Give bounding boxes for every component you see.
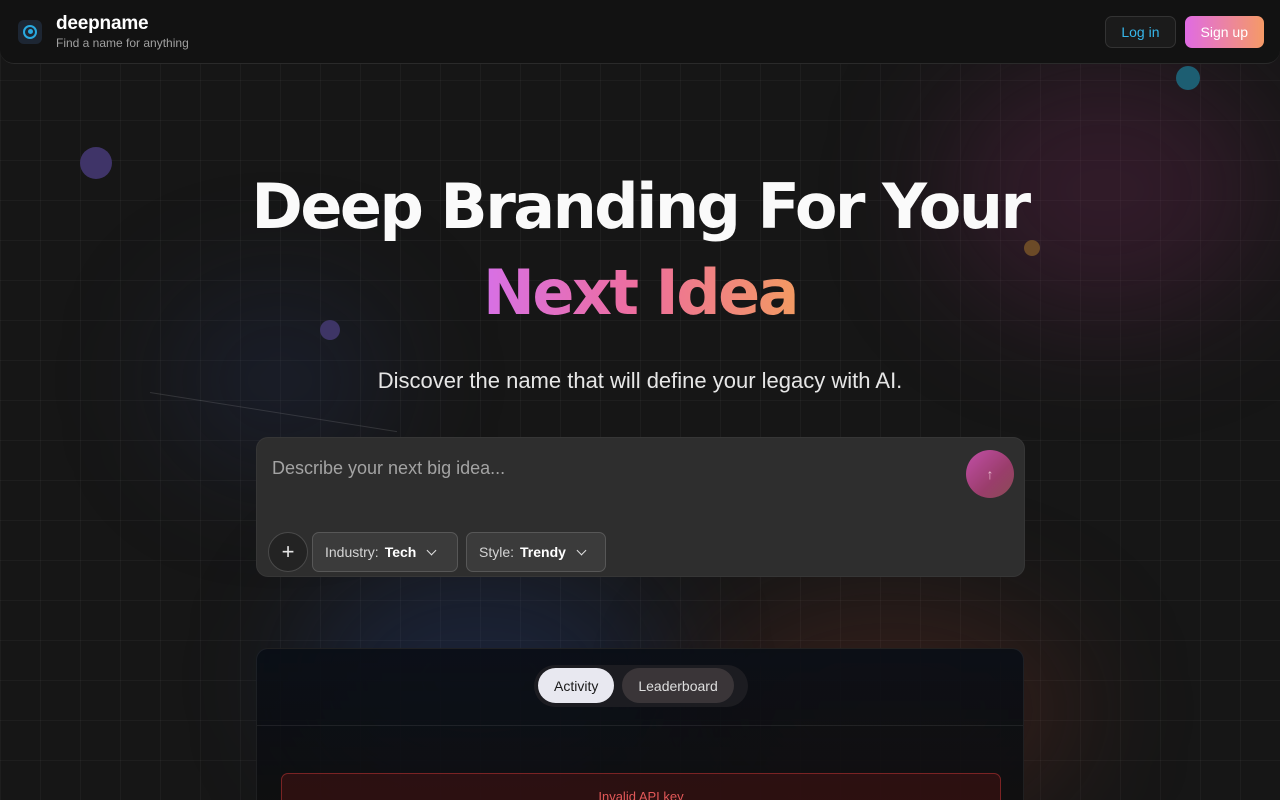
tab-activity[interactable]: Activity bbox=[538, 668, 615, 703]
add-attachment-button[interactable]: + bbox=[268, 532, 308, 572]
hero-title-line1: Deep Branding For Your bbox=[251, 170, 1031, 243]
industry-value: Tech bbox=[384, 544, 417, 560]
style-value: Trendy bbox=[520, 544, 566, 560]
idea-input[interactable] bbox=[272, 458, 952, 479]
brand[interactable]: deepname Find a name for anything bbox=[18, 13, 189, 51]
divider bbox=[257, 725, 1023, 726]
login-button[interactable]: Log in bbox=[1105, 15, 1176, 48]
send-button[interactable]: ↑ bbox=[966, 450, 1014, 498]
arrow-up-icon: ↑ bbox=[986, 466, 994, 482]
signup-button[interactable]: Sign up bbox=[1184, 15, 1264, 48]
plus-icon: + bbox=[281, 539, 295, 564]
brand-name: deepname bbox=[56, 12, 149, 34]
error-message: Invalid API key bbox=[598, 789, 684, 800]
decorative-dot bbox=[1176, 66, 1200, 90]
activity-panel: Activity Leaderboard Invalid API key bbox=[256, 648, 1024, 800]
idea-prompt-box: ↑ + Industry: Tech Style: Trendy bbox=[256, 437, 1025, 577]
activity-tabs: Activity Leaderboard bbox=[534, 665, 748, 707]
industry-select[interactable]: Industry: Tech bbox=[312, 532, 458, 572]
brand-tagline: Find a name for anything bbox=[56, 35, 189, 50]
hero-subtitle: Discover the name that will define your … bbox=[377, 368, 903, 393]
top-nav: deepname Find a name for anything Log in… bbox=[0, 0, 1280, 64]
hero-title-highlight: Next Idea bbox=[483, 256, 800, 329]
industry-label: Industry: bbox=[325, 544, 379, 560]
auth-buttons: Log in Sign up bbox=[1105, 15, 1264, 48]
style-select[interactable]: Style: Trendy bbox=[466, 532, 606, 572]
hero-title: Deep Branding For Your Next Idea bbox=[0, 164, 1280, 336]
chevron-down-icon bbox=[576, 545, 587, 555]
chevron-down-icon bbox=[426, 545, 437, 555]
tab-leaderboard[interactable]: Leaderboard bbox=[622, 668, 734, 703]
target-logo-icon bbox=[18, 19, 42, 44]
error-alert: Invalid API key bbox=[281, 773, 1001, 800]
style-label: Style: bbox=[479, 544, 515, 560]
hero: Deep Branding For Your Next Idea Discove… bbox=[0, 164, 1280, 394]
